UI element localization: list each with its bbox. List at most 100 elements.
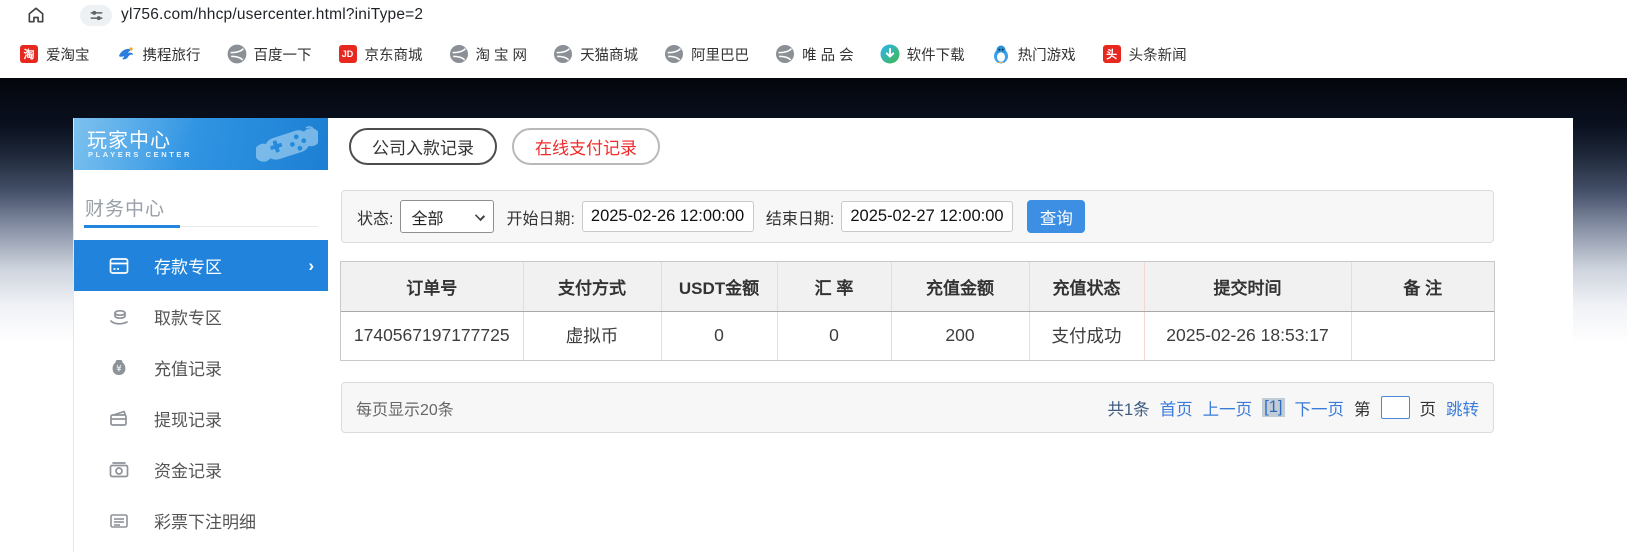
home-icon[interactable]	[26, 5, 46, 25]
globe-icon	[449, 44, 469, 64]
col-payment-method: 支付方式	[522, 262, 661, 312]
bookmark-ctrip[interactable]: 携程旅行	[103, 38, 214, 70]
jd-favicon-icon: JD	[338, 44, 358, 64]
jump-button[interactable]: 跳转	[1446, 396, 1479, 420]
url-text[interactable]: yl756.com/hhcp/usercenter.html?iniType=2	[121, 6, 423, 24]
jump-suffix-text: 页	[1419, 400, 1437, 419]
globe-icon	[227, 44, 247, 64]
col-submit-time: 提交时间	[1143, 262, 1351, 312]
content-wrapper: 玩家中心 PLAYERS CENTER 财务中心 存款专区 › 取款专区 ¥ 充…	[73, 118, 1573, 552]
table-header-row: 订单号 支付方式 USDT金额 汇 率 充值金额 充值状态 提交时间 备 注	[341, 262, 1494, 312]
cell-usdt-amount: 0	[660, 311, 777, 360]
end-date-input[interactable]	[841, 201, 1014, 232]
browser-address-bar: yl756.com/hhcp/usercenter.html?iniType=2	[0, 0, 1627, 30]
bookmark-alibaba[interactable]: 阿里巴巴	[651, 38, 762, 70]
records-table-wrap: 订单号 支付方式 USDT金额 汇 率 充值金额 充值状态 提交时间 备 注 1…	[340, 261, 1495, 361]
prev-page-link[interactable]: 上一页	[1203, 396, 1253, 420]
sidebar-item-lottery-bet-details[interactable]: 彩票下注明细	[74, 495, 328, 546]
svg-text:¥: ¥	[116, 364, 122, 374]
sidebar-item-withdrawal-records[interactable]: 提现记录	[74, 393, 328, 444]
record-tabs: 公司入款记录 在线支付记录	[349, 128, 660, 165]
penguin-icon	[991, 44, 1011, 64]
bookmark-jd[interactable]: JD 京东商城	[325, 38, 436, 70]
records-table: 订单号 支付方式 USDT金额 汇 率 充值金额 充值状态 提交时间 备 注 1…	[341, 262, 1494, 360]
page-background: 玩家中心 PLAYERS CENTER 财务中心 存款专区 › 取款专区 ¥ 充…	[0, 78, 1627, 552]
bookmark-baidu[interactable]: 百度一下	[214, 38, 325, 70]
chevron-right-icon: ›	[308, 255, 314, 275]
hand-money-icon	[108, 306, 130, 328]
ctrip-dolphin-icon	[116, 44, 136, 64]
cell-submit-time: 2025-02-26 18:53:17	[1143, 311, 1351, 360]
page-jump-input[interactable]	[1380, 396, 1410, 419]
next-page-link[interactable]: 下一页	[1295, 396, 1345, 420]
money-bag-icon: ¥	[108, 357, 130, 379]
search-button[interactable]: 查询	[1027, 200, 1086, 233]
sidebar-subtitle: PLAYERS CENTER	[88, 150, 193, 159]
sidebar-item-label: 存款专区	[154, 258, 222, 277]
pager-controls: 共1条 首页 上一页 [1] 下一页 第 页 跳转	[1107, 396, 1479, 420]
chevron-down-icon	[475, 210, 486, 222]
finance-center-heading: 财务中心	[85, 199, 166, 220]
start-date-label: 开始日期:	[506, 210, 575, 228]
bookmark-toutiao[interactable]: 头 头条新闻	[1089, 38, 1200, 70]
tab-online-payment-records[interactable]: 在线支付记录	[512, 128, 660, 165]
bookmark-software-download[interactable]: 软件下载	[867, 38, 978, 70]
cell-order-number: 1740567197177725	[353, 325, 510, 346]
cell-recharge-status: 支付成功	[1028, 311, 1144, 360]
sidebar-item-label: 充值记录	[154, 360, 222, 379]
cash-box-icon	[108, 459, 130, 481]
first-page-link[interactable]: 首页	[1160, 396, 1193, 420]
sidebar-item-label: 彩票下注明细	[154, 513, 256, 532]
site-info-icon[interactable]	[80, 4, 112, 26]
bookmark-aitaobao[interactable]: 淘 爱淘宝	[6, 38, 103, 70]
players-center-banner: 玩家中心 PLAYERS CENTER	[74, 118, 328, 170]
cell-remark	[1350, 311, 1494, 360]
sidebar-item-label: 资金记录	[154, 462, 222, 481]
sidebar-item-label: 提现记录	[154, 411, 222, 430]
bookmark-tmall[interactable]: 天猫商城	[540, 38, 651, 70]
list-details-icon	[108, 510, 130, 532]
screen: yl756.com/hhcp/usercenter.html?iniType=2…	[0, 0, 1627, 552]
taobao-favicon-icon: 淘	[19, 44, 39, 64]
cell-payment-method: 虚拟币	[522, 311, 661, 360]
sidebar-item-deposit-zone[interactable]: 存款专区 ›	[74, 240, 328, 291]
bookmarks-bar: 淘 爱淘宝 携程旅行 百度一下 JD 京东商城 淘 宝 网 天猫商城 阿里巴巴 …	[0, 30, 1627, 78]
sidebar: 玩家中心 PLAYERS CENTER 财务中心 存款专区 › 取款专区 ¥ 充…	[74, 118, 328, 552]
globe-icon	[775, 44, 795, 64]
sidebar-item-label: 取款专区	[154, 309, 222, 328]
sidebar-item-withdraw-zone[interactable]: 取款专区	[74, 291, 328, 342]
wallet-cards-icon	[108, 408, 130, 430]
table-row: 1740567197177725 虚拟币 0 0 200 支付成功 2025-0…	[341, 311, 1494, 360]
total-count-text: 共1条	[1107, 400, 1150, 419]
col-recharge-status: 充值状态	[1028, 262, 1144, 312]
tab-company-deposit-records[interactable]: 公司入款记录	[349, 128, 497, 165]
globe-icon	[664, 44, 684, 64]
col-order-number: 订单号	[341, 262, 523, 312]
filter-panel: 状态: 全部 开始日期: 结束日期: 查询	[341, 190, 1494, 243]
status-label: 状态:	[357, 210, 394, 228]
col-remark: 备 注	[1350, 262, 1494, 312]
start-date-input[interactable]	[581, 201, 754, 232]
gamepad-icon	[254, 124, 321, 169]
section-divider	[84, 225, 318, 228]
deposit-card-icon	[108, 255, 130, 277]
end-date-label: 结束日期:	[765, 210, 835, 228]
globe-icon	[553, 44, 573, 64]
cell-exchange-rate: 0	[776, 311, 891, 360]
status-select[interactable]: 全部	[400, 200, 495, 233]
col-usdt-amount: USDT金额	[660, 262, 777, 312]
sidebar-item-funds-records[interactable]: 资金记录	[74, 444, 328, 495]
col-exchange-rate: 汇 率	[776, 262, 891, 312]
page-size-text: 每页显示20条	[356, 401, 454, 419]
bookmark-hot-games[interactable]: 热门游戏	[978, 38, 1089, 70]
sidebar-item-recharge-records[interactable]: ¥ 充值记录	[74, 342, 328, 393]
sidebar-menu: 存款专区 › 取款专区 ¥ 充值记录 提现记录 资金记录 彩票下注明细	[74, 240, 328, 546]
main-content: 公司入款记录 在线支付记录 状态: 全部 开始日期: 结束日期: 查询	[340, 118, 1574, 552]
software-download-icon	[880, 44, 900, 64]
cell-recharge-amount: 200	[890, 311, 1029, 360]
toutiao-favicon-icon: 头	[1102, 44, 1122, 64]
bookmark-vip[interactable]: 唯 品 会	[762, 38, 867, 70]
sidebar-title: 玩家中心	[87, 130, 171, 152]
current-page-indicator: [1]	[1262, 398, 1285, 417]
bookmark-taobao-site[interactable]: 淘 宝 网	[436, 38, 541, 70]
